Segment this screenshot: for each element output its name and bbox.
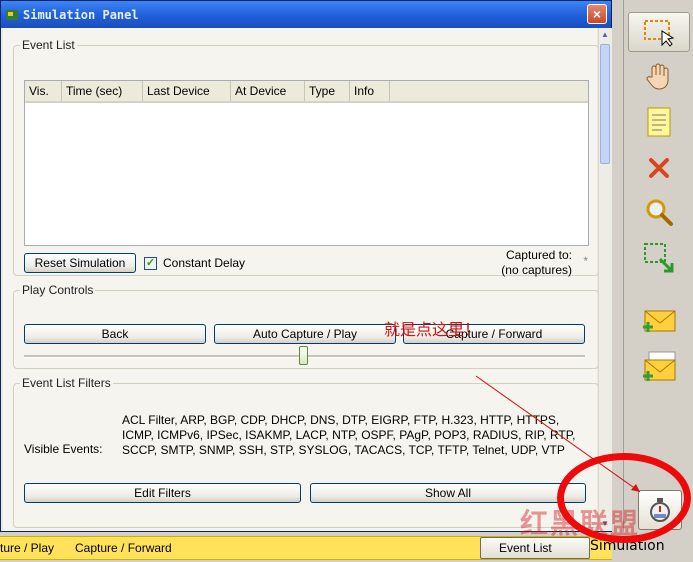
select-tool[interactable]: [628, 12, 690, 52]
common-tools-bar: [623, 0, 693, 532]
annotation-text: 就是点这里！: [384, 320, 481, 339]
add-simple-pdu-icon: [643, 310, 676, 332]
add-simple-pdu-tool[interactable]: [628, 302, 690, 342]
scrollbar-thumb[interactable]: [600, 44, 610, 164]
status-text-right: Capture / Forward: [75, 541, 172, 555]
captured-to-label: Captured to:: [505, 248, 572, 262]
captured-to-value: (no captures): [501, 263, 572, 277]
visible-events-list: ACL Filter, ARP, BGP, CDP, DHCP, DNS, DT…: [122, 413, 576, 457]
event-list-group: Event List Vis. Time (sec) Last Device A…: [13, 38, 599, 278]
edit-filters-button[interactable]: Edit Filters: [24, 483, 301, 503]
scroll-up-icon[interactable]: ▲: [600, 29, 610, 41]
packet-tracer-icon: [6, 9, 18, 20]
column-last-device[interactable]: Last Device: [143, 81, 231, 101]
column-at-device[interactable]: At Device: [231, 81, 305, 101]
panel-content: Event List Vis. Time (sec) Last Device A…: [3, 28, 599, 531]
add-complex-pdu-icon: [643, 351, 676, 381]
zoom-icon: [646, 199, 673, 226]
auto-capture-play-button[interactable]: Auto Capture / Play: [214, 324, 396, 344]
hand-icon: [646, 63, 669, 90]
show-all-button[interactable]: Show All: [310, 483, 586, 503]
column-vis[interactable]: Vis.: [25, 81, 62, 101]
close-button[interactable]: ×: [587, 4, 607, 24]
resize-shape-tool[interactable]: [628, 238, 690, 278]
select-icon: [644, 20, 675, 47]
play-controls-legend: Play Controls: [22, 283, 94, 297]
window-title: Simulation Panel: [23, 7, 139, 22]
play-controls-group: Play Controls Back Auto Capture / Play C…: [13, 283, 599, 369]
inspect-tool[interactable]: [628, 192, 690, 232]
play-speed-slider-thumb[interactable]: [299, 346, 308, 365]
event-list-filters-legend: Event List Filters: [22, 376, 111, 390]
add-complex-pdu-tool[interactable]: [628, 348, 690, 388]
event-list-filters-group: Event List Filters Visible Events: ACL F…: [13, 376, 599, 528]
constant-delay-checkbox[interactable]: ✓: [144, 257, 157, 270]
event-table[interactable]: Vis. Time (sec) Last Device At Device Ty…: [24, 80, 589, 246]
column-info[interactable]: Info: [350, 81, 390, 101]
note-icon: [647, 107, 671, 137]
delete-icon: [649, 158, 669, 178]
simulation-panel-window: Simulation Panel × Event List Vis. Time …: [0, 0, 612, 532]
event-table-header: Vis. Time (sec) Last Device At Device Ty…: [25, 81, 588, 103]
event-list-legend: Event List: [22, 38, 75, 52]
column-type[interactable]: Type: [305, 81, 350, 101]
constant-delay-label: Constant Delay: [163, 256, 246, 270]
captured-to-info: Captured to: (no captures): [501, 248, 572, 278]
resize-icon: [644, 243, 674, 273]
column-time[interactable]: Time (sec): [62, 81, 143, 101]
place-note-tool[interactable]: [628, 102, 690, 142]
visible-events-label: Visible Events:: [24, 442, 103, 456]
back-button[interactable]: Back: [24, 324, 206, 344]
delete-tool[interactable]: [628, 148, 690, 188]
move-layout-tool[interactable]: [628, 56, 690, 96]
highlight-circle: [557, 453, 691, 543]
title-bar[interactable]: Simulation Panel ×: [1, 1, 611, 28]
captured-star: *: [583, 254, 588, 268]
status-text-left: ture / Play: [0, 541, 55, 555]
reset-simulation-button[interactable]: Reset Simulation: [24, 253, 136, 273]
